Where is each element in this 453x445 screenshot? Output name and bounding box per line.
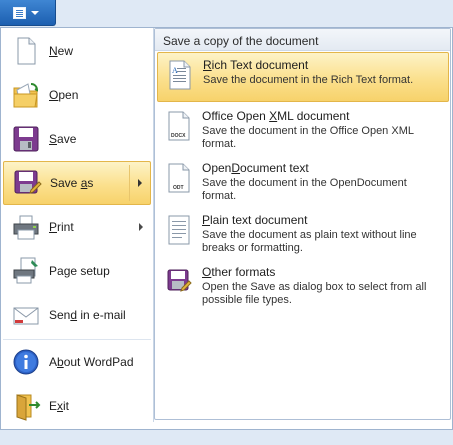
- menu-item-label: Exit: [49, 399, 70, 413]
- application-menu: New Open Save Save as Print Page setup S…: [0, 27, 453, 430]
- save-as-icon: [167, 269, 192, 292]
- submenu-title: Save a copy of the document: [155, 29, 450, 51]
- odt-document-icon: ODT: [168, 163, 190, 193]
- menu-commands: New Open Save Save as Print Page setup S…: [1, 28, 153, 429]
- option-description: Save the document as plain text without …: [202, 229, 417, 254]
- floppy-disk-icon: [13, 126, 39, 152]
- submenu-separator: [129, 165, 130, 201]
- menu-item-print[interactable]: Print: [3, 206, 151, 250]
- option-title: Rich Text document: [203, 58, 309, 72]
- menu-item-label: Save as: [50, 176, 94, 190]
- svg-text:DOCX: DOCX: [171, 133, 186, 139]
- option-other-formats[interactable]: Other formats Open the Save as dialog bo…: [157, 260, 449, 310]
- menu-item-save[interactable]: Save: [3, 118, 151, 162]
- rtf-document-icon: A: [169, 60, 191, 90]
- open-folder-icon: [13, 83, 39, 108]
- option-office-open-xml[interactable]: DOCX Office Open XML document Save the d…: [157, 104, 449, 154]
- docx-document-icon: DOCX: [168, 111, 190, 141]
- option-description: Open the Save as dialog box to select fr…: [202, 281, 427, 306]
- exit-door-icon: [16, 394, 41, 421]
- menu-item-exit[interactable]: Exit: [3, 385, 151, 429]
- menu-item-send-email[interactable]: Send in e-mail: [3, 294, 151, 338]
- menu-item-label: New: [49, 44, 74, 58]
- text-document-icon: [168, 215, 190, 245]
- chevron-right-icon[interactable]: [138, 179, 142, 187]
- menu-item-label: Save: [49, 132, 77, 146]
- window-bottom-strip: [0, 430, 453, 445]
- printer-icon: [13, 215, 39, 240]
- option-description: Save the document in the OpenDocument fo…: [202, 177, 407, 202]
- menu-item-save-as[interactable]: Save as: [3, 161, 151, 205]
- menu-item-label: Print: [49, 220, 74, 234]
- menu-item-label: Page setup: [49, 264, 110, 278]
- menu-item-open[interactable]: Open: [3, 74, 151, 118]
- new-document-icon: [17, 37, 36, 65]
- save-as-submenu: Save a copy of the document A Rich Text …: [153, 28, 452, 422]
- svg-text:ODT: ODT: [173, 185, 184, 191]
- option-description: Save the document in the Office Open XML…: [202, 125, 414, 150]
- chevron-right-icon: [139, 223, 143, 231]
- svg-text:A: A: [172, 66, 178, 75]
- menu-item-label: About WordPad: [49, 355, 134, 369]
- option-title: Office Open XML document: [202, 109, 350, 123]
- option-description: Save the document in the Rich Text forma…: [203, 74, 414, 86]
- save-as-icon: [14, 170, 42, 194]
- menu-item-new[interactable]: New: [3, 30, 151, 74]
- email-icon: [13, 307, 39, 325]
- option-rich-text[interactable]: A Rich Text document Save the document i…: [157, 52, 449, 102]
- menu-item-label: Open: [49, 88, 79, 102]
- info-icon: [13, 349, 39, 375]
- option-title: OpenDocument text: [202, 161, 309, 175]
- application-menu-button[interactable]: [0, 0, 56, 26]
- menu-item-label: Send in e-mail: [49, 308, 126, 322]
- menu-divider: [3, 339, 151, 340]
- menu-item-about[interactable]: About WordPad: [3, 341, 151, 385]
- chevron-down-icon: [31, 11, 39, 15]
- menu-item-page-setup[interactable]: Page setup: [3, 250, 151, 294]
- option-opendocument[interactable]: ODT OpenDocument text Save the document …: [157, 156, 449, 206]
- option-title: Plain text document: [202, 213, 308, 227]
- page-setup-icon: [13, 257, 38, 284]
- ribbon-strip: [0, 0, 453, 28]
- option-title: Other formats: [202, 265, 276, 279]
- option-plain-text[interactable]: Plain text document Save the document as…: [157, 208, 449, 258]
- document-icon: [13, 7, 26, 19]
